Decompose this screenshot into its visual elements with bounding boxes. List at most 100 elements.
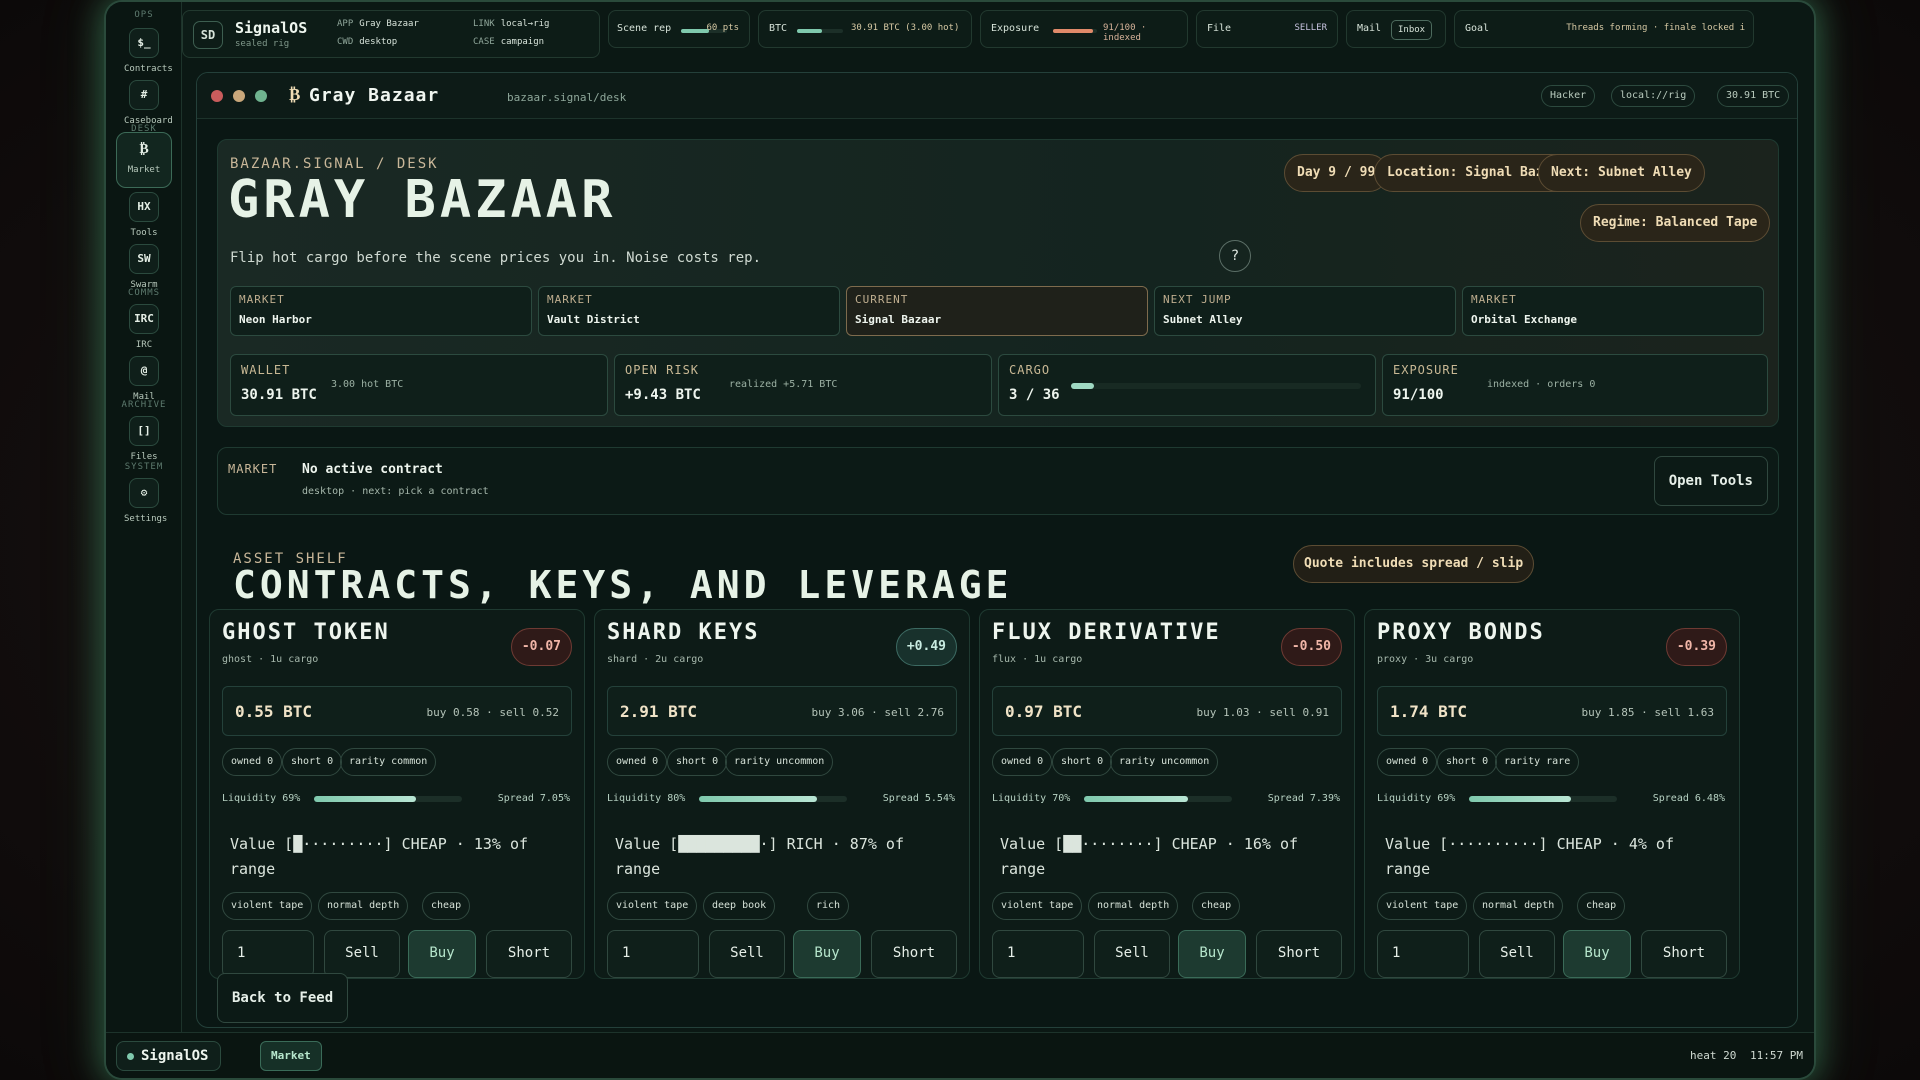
market-cell-orbital-exchange[interactable]: MARKET Orbital Exchange xyxy=(1462,286,1764,336)
rail-item-label: Market xyxy=(127,165,161,175)
value-gauge-text: Value [█████████·] RICH · 87% of range xyxy=(615,835,904,878)
help-button[interactable]: ? xyxy=(1219,240,1251,272)
buy-button[interactable]: Buy xyxy=(408,930,476,978)
minimize-dot[interactable] xyxy=(233,90,245,102)
price-box: 0.55 BTC buy 0.58 · sell 0.52 xyxy=(222,686,572,736)
regime-pill: Regime: Balanced Tape xyxy=(1580,204,1771,242)
stat-label: EXPOSURE xyxy=(1393,363,1459,377)
rail-item-market[interactable]: ₿ Market xyxy=(116,132,172,188)
sell-button[interactable]: Sell xyxy=(1094,930,1170,978)
rail-item-label: Tools xyxy=(130,228,158,238)
rail-group-archive: ARCHIVE xyxy=(121,400,167,410)
short-tag: short 0 xyxy=(667,748,728,776)
spread-label: Spread 7.39% xyxy=(1267,793,1340,804)
os-sub: sealed rig xyxy=(235,39,290,49)
close-dot[interactable] xyxy=(211,90,223,102)
stat-value: 91/100 xyxy=(1393,387,1444,403)
rail-item-irc[interactable]: IRC IRC xyxy=(124,304,164,362)
back-to-feed-button[interactable]: Back to Feed xyxy=(217,973,349,1023)
quantity-input[interactable]: 1 xyxy=(1377,930,1469,978)
quote-note-pill: Quote includes spread / slip xyxy=(1293,545,1535,583)
mail-chip[interactable]: Mail Inbox xyxy=(1346,10,1446,48)
wallet-stat: WALLET 30.91 BTC 3.00 hot BTC xyxy=(230,354,608,416)
stat-value: +9.43 BTC xyxy=(625,387,701,403)
scene-rep-chip[interactable]: Scene rep 60 pts xyxy=(608,10,750,48)
short-button[interactable]: Short xyxy=(1256,930,1342,978)
short-tag: short 0 xyxy=(1437,748,1498,776)
value-gauge-text: Value [██········] CHEAP · 16% of range xyxy=(1000,835,1299,878)
inbox-badge[interactable]: Inbox xyxy=(1391,20,1433,40)
buy-button[interactable]: Buy xyxy=(793,930,861,978)
hash-icon: # xyxy=(129,80,159,110)
sell-button[interactable]: Sell xyxy=(709,930,785,978)
left-rail: OPS $_ Contracts # Caseboard DESK ₿ Mark… xyxy=(106,2,182,1032)
value-gauge-text: Value [··········] CHEAP · 4% of range xyxy=(1385,835,1674,878)
market-cell-next-jump[interactable]: NEXT JUMP Subnet Alley xyxy=(1154,286,1456,336)
quantity-input[interactable]: 1 xyxy=(992,930,1084,978)
asset-name: SHARD KEYS xyxy=(607,620,760,645)
asset-name: FLUX DERIVATIVE xyxy=(992,620,1221,645)
rarity-tag: rarity common xyxy=(340,748,437,776)
asset-name: GHOST TOKEN xyxy=(222,620,390,645)
rail-group-comms: COMMS xyxy=(127,288,161,298)
liquidity-fill xyxy=(1469,796,1572,802)
price-delta-badge: -0.39 xyxy=(1665,628,1727,666)
buy-button[interactable]: Buy xyxy=(1178,930,1246,978)
short-button[interactable]: Short xyxy=(871,930,957,978)
stat-label: OPEN RISK xyxy=(625,363,700,377)
window-path: bazaar.signal/desk xyxy=(507,91,627,104)
rail-group-system: SYSTEM xyxy=(124,462,164,472)
mail-label: Mail xyxy=(1357,23,1382,34)
short-button[interactable]: Short xyxy=(1641,930,1727,978)
market-cell-current[interactable]: CURRENT Signal Bazaar xyxy=(846,286,1148,336)
buy-button[interactable]: Buy xyxy=(1563,930,1631,978)
screen: OPS $_ Contracts # Caseboard DESK ₿ Mark… xyxy=(106,2,1814,1078)
os-brand-chip[interactable]: SD SignalOS sealed rig APP Gray Bazaar CW… xyxy=(182,10,600,58)
file-chip[interactable]: File SELLER xyxy=(1196,10,1338,48)
sell-button[interactable]: Sell xyxy=(1479,930,1555,978)
liquidity-label: Liquidity 69% xyxy=(222,793,301,804)
quantity-input[interactable]: 1 xyxy=(222,930,314,978)
open-tools-button[interactable]: Open Tools xyxy=(1653,456,1768,506)
rail-item-tools[interactable]: HX Tools xyxy=(124,192,164,250)
trait-tag: violent tape xyxy=(1377,892,1468,920)
btc-chip[interactable]: BTC 30.91 BTC (3.00 hot) xyxy=(758,10,972,48)
market-kind: MARKET xyxy=(547,293,593,306)
os-badge: SD xyxy=(193,21,223,49)
asset-card: FLUX DERIVATIVE flux · 1u cargo -0.50 0.97 … xyxy=(979,609,1355,979)
asset-quote: buy 0.58 · sell 0.52 xyxy=(426,706,559,719)
top-bar: SD SignalOS sealed rig APP Gray Bazaar CW… xyxy=(182,10,1814,58)
balance-pill: 30.91 BTC xyxy=(1717,85,1790,107)
goal-value: Threads forming · finale locked i xyxy=(1566,23,1745,33)
asset-quote: buy 1.85 · sell 1.63 xyxy=(1581,706,1714,719)
sell-button[interactable]: Sell xyxy=(324,930,400,978)
owned-tag: owned 0 xyxy=(607,748,668,776)
exposure-chip[interactable]: Exposure 91/100 · indexed xyxy=(980,10,1188,48)
trait-tag: cheap xyxy=(422,892,471,920)
trait-tag: rich xyxy=(807,892,850,920)
market-cell-vault-district[interactable]: MARKET Vault District xyxy=(538,286,840,336)
rail-item-label: IRC xyxy=(135,340,153,350)
short-button[interactable]: Short xyxy=(486,930,572,978)
market-cell-neon-harbor[interactable]: MARKET Neon Harbor xyxy=(230,286,532,336)
liquidity-bar xyxy=(1469,796,1617,802)
rail-item-settings[interactable]: ⚙ Settings xyxy=(124,478,167,536)
asset-price: 0.97 BTC xyxy=(1005,702,1083,721)
market-window: ₿ Gray Bazaar bazaar.signal/desk Hacker … xyxy=(196,72,1798,1028)
online-dot-icon xyxy=(127,1053,134,1060)
clock: 11:57 PM xyxy=(1750,1049,1803,1062)
market-name: Vault District xyxy=(547,313,640,326)
hero-subtitle: Flip hot cargo before the scene prices y… xyxy=(230,250,762,266)
next-pill: Next: Subnet Alley xyxy=(1538,154,1705,192)
app-kv: APP Gray Bazaar xyxy=(337,19,419,29)
short-tag: short 0 xyxy=(282,748,343,776)
goal-chip[interactable]: Goal Threads forming · finale locked i xyxy=(1454,10,1754,48)
btc-label: BTC xyxy=(769,23,788,34)
rail-item-contracts[interactable]: $_ Contracts xyxy=(124,28,173,86)
market-kind: NEXT JUMP xyxy=(1163,293,1232,306)
quantity-input[interactable]: 1 xyxy=(607,930,699,978)
taskbar-app-market[interactable]: Market xyxy=(260,1041,322,1071)
maximize-dot[interactable] xyxy=(255,90,267,102)
os-start-button[interactable]: SignalOS xyxy=(116,1041,222,1071)
price-box: 2.91 BTC buy 3.06 · sell 2.76 xyxy=(607,686,957,736)
